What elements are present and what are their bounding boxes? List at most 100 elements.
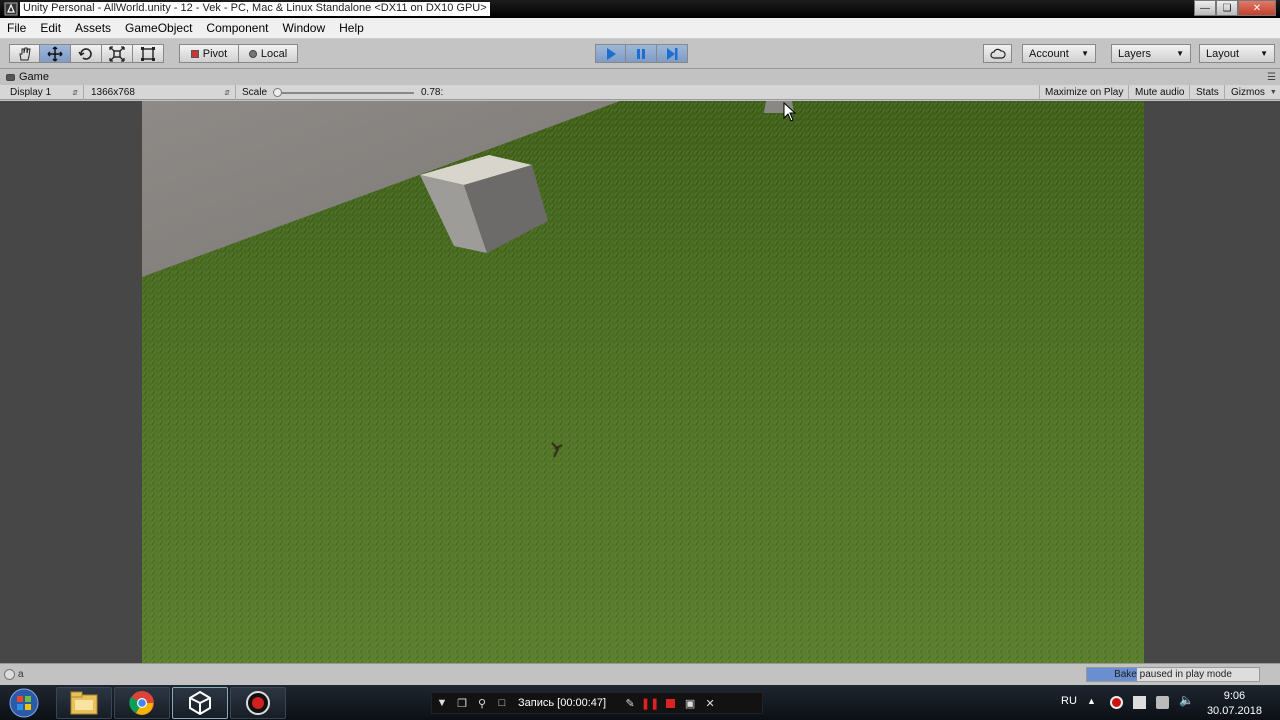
- layout-dropdown[interactable]: Layout ▼: [1199, 44, 1275, 63]
- cloud-button[interactable]: [983, 44, 1012, 63]
- pause-button[interactable]: [626, 44, 657, 63]
- transform-tools: [9, 44, 164, 63]
- scale-slider-thumb[interactable]: [273, 88, 282, 97]
- unity-icon: [189, 690, 211, 716]
- local-toggle[interactable]: Local: [239, 44, 298, 63]
- clock[interactable]: 9:06 30.07.2018: [1207, 689, 1262, 719]
- hand-icon: [18, 47, 31, 60]
- display-dropdown[interactable]: Display 1 ⇵: [5, 85, 84, 100]
- menu-component[interactable]: Component: [199, 21, 275, 35]
- layers-dropdown[interactable]: Layers ▼: [1111, 44, 1191, 63]
- resolution-dropdown[interactable]: 1366x768 ⇵: [86, 85, 236, 100]
- pivot-icon: [190, 49, 199, 58]
- menu-file[interactable]: File: [0, 21, 33, 35]
- rect-icon: [141, 46, 155, 61]
- menu-bar: File Edit Assets GameObject Component Wi…: [0, 18, 1280, 39]
- menu-window[interactable]: Window: [275, 21, 332, 35]
- minimize-button[interactable]: —: [1194, 0, 1216, 16]
- move-tool-button[interactable]: [40, 44, 71, 63]
- rotate-tool-button[interactable]: [71, 44, 102, 63]
- local-icon: [248, 49, 257, 58]
- recorder-icon: [246, 691, 270, 715]
- mute-audio-toggle[interactable]: Mute audio: [1130, 85, 1191, 100]
- local-label: Local: [260, 47, 288, 60]
- menu-edit[interactable]: Edit: [33, 21, 68, 35]
- rect-tool-button[interactable]: [133, 44, 164, 63]
- close-recorder-icon[interactable]: ✕: [700, 697, 720, 710]
- taskbar-unity[interactable]: [172, 687, 228, 719]
- stats-label: Stats: [1196, 87, 1219, 98]
- account-group: Account ▼: [1022, 44, 1096, 63]
- stats-toggle[interactable]: Stats: [1191, 85, 1225, 100]
- hand-tool-button[interactable]: [9, 44, 40, 63]
- unity-app-icon: [4, 2, 18, 16]
- layers-label: Layers: [1118, 47, 1152, 60]
- windows-start-icon: [9, 688, 39, 717]
- taskbar-recorder[interactable]: [230, 687, 286, 719]
- game-viewport[interactable]: [142, 101, 1144, 663]
- pen-icon[interactable]: ✎: [620, 697, 640, 710]
- pause-icon: [637, 48, 645, 59]
- pause-recording-icon[interactable]: ❚❚: [640, 697, 660, 710]
- account-label: Account: [1029, 47, 1069, 60]
- menu-assets[interactable]: Assets: [68, 21, 118, 35]
- menu-gameobject[interactable]: GameObject: [118, 21, 199, 35]
- step-button[interactable]: [657, 44, 688, 63]
- maximize-on-play-label: Maximize on Play: [1045, 87, 1124, 98]
- scale-slider-track[interactable]: [277, 92, 414, 94]
- game-tab-icon: [6, 73, 15, 81]
- window-title: Unity Personal - AllWorld.unity - 12 - V…: [20, 2, 490, 16]
- info-icon: [4, 669, 15, 680]
- step-icon: [667, 47, 678, 60]
- updown-arrow-icon: ⇵: [224, 89, 230, 97]
- start-button[interactable]: [4, 687, 44, 718]
- gizmos-dropdown[interactable]: Gizmos ▼: [1226, 85, 1280, 100]
- clock-time: 9:06: [1223, 690, 1246, 702]
- bake-status-text: Bake paused in play mode: [1114, 669, 1232, 680]
- toolbar: Pivot Local Account ▼ Layers ▼ Layout ▼: [0, 39, 1280, 69]
- recorder-tray-icon[interactable]: [1110, 696, 1123, 709]
- tray-expand-icon[interactable]: ▲: [1087, 696, 1100, 709]
- close-icon: ✕: [1252, 2, 1262, 14]
- menu-help[interactable]: Help: [332, 21, 371, 35]
- taskbar-file-explorer[interactable]: [56, 687, 112, 719]
- language-indicator[interactable]: RU: [1061, 695, 1077, 707]
- scale-tool-button[interactable]: [102, 44, 133, 63]
- device-icon[interactable]: [1156, 696, 1169, 709]
- dropdown-arrow-icon: ▼: [1081, 49, 1089, 58]
- action-center-icon[interactable]: [1133, 696, 1146, 709]
- layout-group: Layout ▼: [1199, 44, 1275, 63]
- dropdown-arrow-icon: ▼: [1176, 49, 1184, 58]
- display-label: Display 1: [10, 87, 52, 98]
- mute-audio-label: Mute audio: [1135, 87, 1185, 98]
- tab-menu-icon[interactable]: ☰: [1267, 72, 1276, 83]
- cloud-group: [983, 44, 1012, 63]
- gizmos-label: Gizmos: [1231, 87, 1265, 98]
- scale-icon: [109, 45, 125, 62]
- close-button[interactable]: ✕: [1238, 0, 1276, 16]
- status-bar: a Bake paused in play mode: [0, 663, 1280, 685]
- play-button[interactable]: [595, 44, 626, 63]
- move-icon: [47, 45, 63, 62]
- game-tab-bar: Game ☰: [0, 70, 1280, 85]
- maximize-button[interactable]: ❏: [1216, 0, 1238, 16]
- dropdown-arrow-icon: ▼: [1260, 49, 1268, 58]
- collapse-icon[interactable]: ▼: [432, 697, 452, 709]
- layers-group: Layers ▼: [1111, 44, 1191, 63]
- tab-game[interactable]: Game: [6, 71, 49, 83]
- status-message: a: [18, 669, 24, 680]
- updown-arrow-icon: ⇵: [72, 89, 78, 97]
- stop-recording-icon[interactable]: [660, 698, 680, 708]
- taskbar-chrome[interactable]: [114, 687, 170, 719]
- camera-icon[interactable]: ▣: [680, 697, 700, 710]
- volume-icon[interactable]: 🔈: [1179, 693, 1194, 707]
- chrome-icon: [129, 691, 154, 715]
- pivot-toggle[interactable]: Pivot: [179, 44, 239, 63]
- scale-value: 0.78:: [421, 87, 444, 98]
- maximize-on-play-toggle[interactable]: Maximize on Play: [1039, 85, 1130, 100]
- account-dropdown[interactable]: Account ▼: [1022, 44, 1096, 63]
- region-icon[interactable]: □: [492, 697, 512, 709]
- zoom-icon[interactable]: ⚲: [472, 697, 492, 710]
- window-icon[interactable]: ❐: [452, 697, 472, 710]
- mouse-cursor-icon: [783, 102, 797, 122]
